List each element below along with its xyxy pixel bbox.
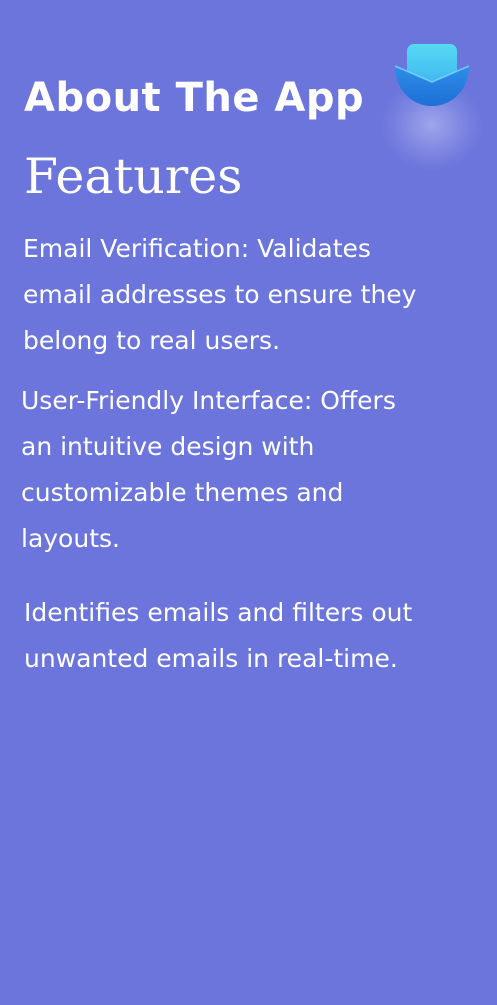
feature-item-email-verification: Email Verification: Validates email addr… xyxy=(23,234,417,355)
feature-item-email-filtering: Identifies emails and filters out unwant… xyxy=(24,598,413,673)
feature-item-user-friendly-interface: User-Friendly Interface: Offers an intui… xyxy=(21,386,396,553)
page-title: About The App xyxy=(24,75,365,121)
app-logo xyxy=(382,40,482,170)
app-logo-icon xyxy=(394,44,470,106)
features-heading: Features xyxy=(24,148,243,205)
